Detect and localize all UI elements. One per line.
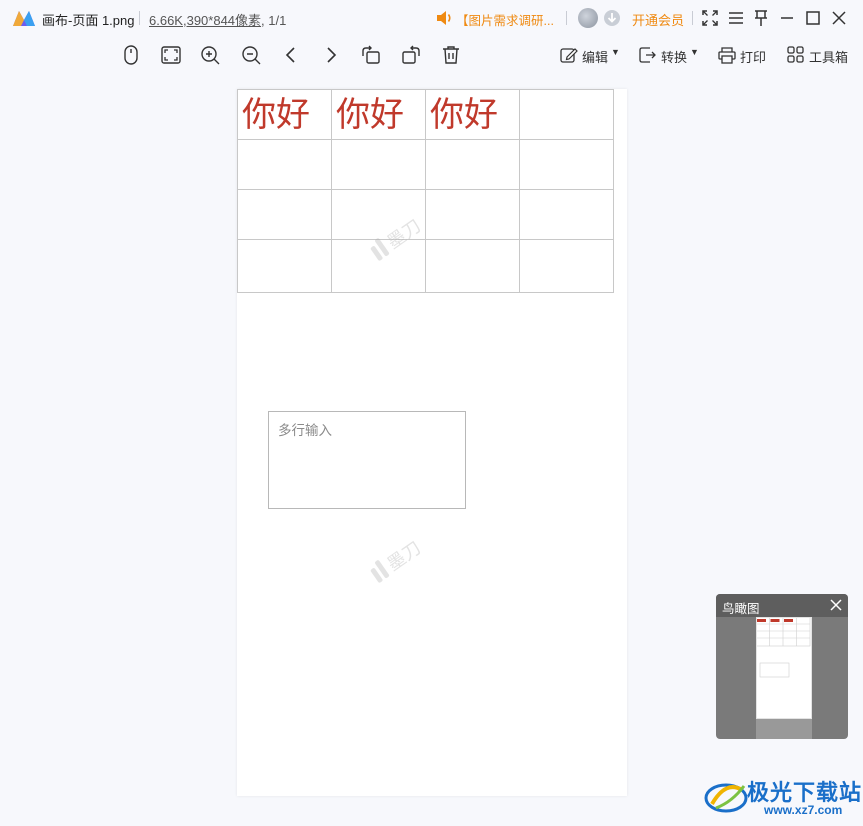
page-count: , 1/1 (261, 13, 287, 28)
app-logo-icon (13, 11, 35, 26)
chevron-down-icon: ▼ (690, 47, 699, 57)
site-url: www.xz7.com (764, 803, 843, 817)
edit-label: 编辑 (582, 50, 609, 65)
rotate-left-icon[interactable] (360, 44, 382, 66)
table-cell (519, 239, 614, 293)
table-cell (519, 89, 614, 140)
watermark-text: 墨刀 (384, 216, 426, 254)
chevron-down-icon: ▼ (611, 47, 620, 57)
fullscreen-icon[interactable] (701, 9, 719, 27)
convert-label: 转换 (661, 50, 688, 65)
toolbox-label: 工具箱 (809, 50, 849, 65)
divider (139, 11, 140, 25)
overview-panel[interactable]: 鸟瞰图 (716, 594, 848, 739)
image-canvas[interactable]: 你好 你好 你好 墨刀 多行输入 墨刀 (237, 89, 627, 796)
print-label: 打印 (740, 50, 767, 65)
zoom-in-icon[interactable] (199, 44, 221, 66)
table-cell: 你好 (425, 89, 520, 140)
open-vip-button[interactable]: 开通会员 (632, 10, 684, 29)
table-row (237, 139, 614, 190)
pin-icon[interactable] (752, 9, 770, 27)
edit-icon (560, 48, 578, 63)
table-cell (519, 139, 614, 190)
cell-text: 你好 (430, 94, 498, 135)
multiline-input-placeholder: 多行输入 (268, 411, 466, 509)
viewer-toolbar: 编辑 ▼ 转换 ▼ 打印 工具箱 (0, 36, 863, 74)
user-avatar[interactable] (578, 8, 598, 28)
table-cell: 你好 (331, 89, 426, 140)
file-size[interactable]: 6.66K (149, 13, 183, 28)
edit-button[interactable]: 编辑 ▼ (559, 46, 623, 65)
convert-button[interactable]: 转换 ▼ (638, 46, 702, 65)
watermark-text: 墨刀 (384, 538, 426, 576)
file-name: 画布-页面 1.png (42, 13, 135, 28)
overview-header: 鸟瞰图 (716, 594, 848, 617)
divider (566, 11, 567, 25)
table-cell (519, 189, 614, 240)
minimize-icon[interactable] (778, 9, 796, 27)
overview-scroll-area (756, 719, 812, 739)
overview-title: 鸟瞰图 (722, 602, 760, 616)
table-row: 你好 你好 你好 (237, 89, 614, 140)
fit-screen-icon[interactable] (160, 44, 182, 66)
divider (692, 11, 693, 25)
download-icon[interactable] (603, 9, 621, 27)
zoom-out-icon[interactable] (240, 44, 262, 66)
rotate-right-icon[interactable] (400, 44, 422, 66)
cell-text: 你好 (242, 94, 310, 135)
file-meta: 6.66K,390*844像素, 1/1 (149, 10, 286, 29)
mouse-icon[interactable] (120, 44, 142, 66)
watermark-logo: 墨刀 (370, 538, 426, 583)
maximize-icon[interactable] (804, 9, 822, 27)
cell-text: 你好 (336, 94, 404, 135)
table-cell (237, 239, 332, 293)
next-icon[interactable] (320, 44, 342, 66)
table-cell (237, 139, 332, 190)
table-cell (237, 189, 332, 240)
image-dimensions[interactable]: ,390*844像素 (183, 13, 261, 28)
close-icon[interactable] (830, 9, 848, 27)
print-button[interactable]: 打印 (717, 46, 769, 65)
overview-viewport-frame[interactable] (756, 617, 812, 719)
watermark-logo: 墨刀 (370, 216, 426, 261)
printer-icon (718, 47, 736, 64)
delete-icon[interactable] (440, 44, 462, 66)
convert-icon (639, 47, 656, 63)
speaker-icon (437, 11, 451, 25)
title-bar: 画布-页面 1.png 6.66K,390*844像素, 1/1 【图片需求调研… (0, 0, 863, 36)
table-cell (331, 139, 426, 190)
table-cell (425, 139, 520, 190)
toolbox-icon (787, 46, 804, 63)
close-icon[interactable] (829, 598, 843, 612)
toolbox-button[interactable]: 工具箱 (786, 46, 850, 65)
previous-icon[interactable] (280, 44, 302, 66)
table-cell: 你好 (237, 89, 332, 140)
notice-link[interactable]: 【图片需求调研... (456, 10, 554, 29)
menu-icon[interactable] (727, 9, 745, 27)
